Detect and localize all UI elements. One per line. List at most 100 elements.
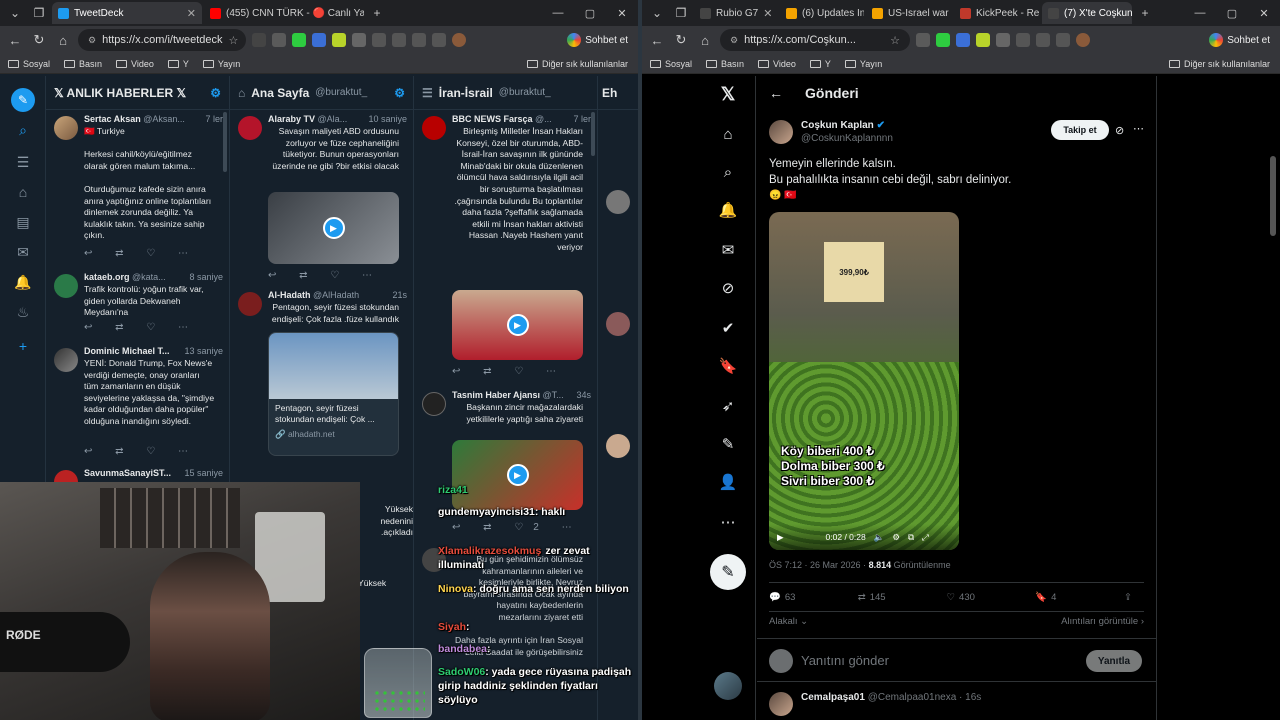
bookmark-folder[interactable]: Sosyal [8,59,50,69]
bookmark-star-icon[interactable]: ☆ [890,34,900,47]
reply-author-avatar[interactable] [769,692,793,716]
bookmarks-icon[interactable]: 🔖 [718,356,738,376]
reload-icon[interactable]: ↻ [30,32,48,48]
play-icon[interactable]: ▶ [777,532,784,543]
chat-button[interactable]: Sohbet et [1209,33,1274,47]
home-icon[interactable]: ⌂ [54,33,72,48]
play-icon[interactable]: ▶ [506,464,529,486]
tab-us-israel[interactable]: US-Israel war✕ [866,2,952,24]
extension-icon[interactable] [916,33,930,47]
tab-kickpeek[interactable]: KickPeek - Re✕ [954,2,1040,24]
tweet-author[interactable]: SavunmaSanayiST... 15 saniye [84,468,223,478]
avatar[interactable] [54,348,78,372]
fullscreen-icon[interactable]: ⤢ [922,532,929,543]
tweet-author[interactable]: Al-Hadath @AlHadath 21s [268,290,407,300]
search-icon[interactable]: ⌕ [718,162,738,182]
bookmark-folder[interactable]: Yayın [844,59,882,69]
tab-updates[interactable]: (6) Updates In✕ [780,2,864,24]
avatar[interactable] [606,312,630,336]
communities-icon[interactable]: ✔ [718,318,738,338]
extension-icon[interactable] [976,33,990,47]
bookmark-folder[interactable]: Video [758,59,796,69]
account-avatar[interactable] [714,672,742,700]
profile-icon[interactable]: 👤 [718,472,738,492]
bookmark-folder[interactable]: Basın [706,59,744,69]
repost-action[interactable]: ⇄ 145 [858,592,947,603]
bookmark-folder[interactable]: Sosyal [650,59,692,69]
bookmark-folder[interactable]: Basın [64,59,102,69]
settings-icon[interactable]: ⚙ [892,532,900,543]
other-bookmarks[interactable]: Diğer sık kullanılanlar [526,59,628,69]
rocket-icon[interactable]: ➶ [718,396,738,416]
home-icon[interactable]: ⌂ [13,182,33,202]
back-arrow-icon[interactable]: ← [769,85,783,101]
extension-icon[interactable] [352,33,366,47]
trending-icon[interactable]: ♨ [13,302,33,322]
tweet[interactable]: Alaraby TV @Ala... 10 saniye Savaşın mali… [230,114,413,281]
tweet[interactable]: kataeb.org @kata... 8 saniye Trafik kontr… [46,272,229,336]
close-window-icon[interactable]: ✕ [606,0,638,26]
site-info-icon[interactable]: ⚙ [730,35,738,46]
avatar[interactable] [54,116,78,140]
reload-icon[interactable]: ↻ [672,32,690,48]
tweet-author[interactable]: BBC NEWS Farsça @... 7 ler [452,114,591,124]
author-avatar[interactable] [769,120,793,144]
avatar[interactable] [606,434,630,458]
author-name[interactable]: Coşkun Kaplan ✔ [801,120,885,131]
site-info-icon[interactable]: ⚙ [88,35,96,46]
link-card[interactable]: Pentagon, seyir füzesi stokundan endişel… [268,332,399,456]
play-icon[interactable]: ▶ [322,217,345,239]
address-bar[interactable]: ⚙ https://x.com/i/tweetdeck ☆ [78,29,246,51]
column-settings-icon[interactable]: ⚙ [210,86,221,100]
other-bookmarks[interactable]: Diğer sık kullanılanlar [1168,59,1270,69]
profile-avatar[interactable] [452,33,466,47]
like-action[interactable]: ♡ 430 [947,592,1036,603]
new-tab-icon[interactable]: + [1134,2,1156,24]
tweet-actions[interactable]: ↩ ⇄ ♡ ⋯ [452,366,566,377]
extension-icon[interactable] [252,33,266,47]
reply-author[interactable]: Cemalpaşa01 @Cemalpaa01nexa · 16s [801,692,981,703]
extension-icon[interactable] [312,33,326,47]
extension-icon[interactable] [956,33,970,47]
tweet-video[interactable]: ▶ [268,192,399,264]
close-window-icon[interactable]: ✕ [1248,0,1280,26]
search-icon[interactable]: ⌕ [13,120,33,140]
volume-icon[interactable]: 🔈 [874,532,885,543]
extension-icon[interactable] [392,33,406,47]
new-tab-icon[interactable]: + [366,2,388,24]
column-header[interactable]: 𝕏 ANLIK HABERLER 𝕏 ⚙ [46,76,229,110]
tweetdeck-logo-icon[interactable]: ✎ [11,88,35,112]
tweet-video[interactable]: ▶ [452,440,583,510]
tweet-actions[interactable]: ↩ ⇄ ♡ ⋯ [84,446,198,457]
bookmark-folder[interactable]: Yayın [202,59,240,69]
extension-icon[interactable] [272,33,286,47]
more-icon[interactable]: ⋯ [718,512,738,532]
tab-tweetdeck[interactable]: TweetDeck ✕ [52,2,202,24]
tweet-actions[interactable]: ↩ ⇄ ♡ ⋯ [84,322,198,333]
grok-icon[interactable]: ⊘ [1115,124,1124,137]
avatar[interactable] [238,292,262,316]
view-quotes-link[interactable]: Alıntıları görüntüle › [1061,616,1144,627]
extension-icon[interactable] [996,33,1010,47]
chat-button[interactable]: Sohbet et [567,33,632,47]
extension-icon[interactable] [1056,33,1070,47]
reply-button[interactable]: Yanıtla [1086,650,1142,672]
tweet-author[interactable]: Sertac Aksan @Aksan... 7 ler [84,114,223,124]
column-header[interactable]: ☰ İran-İsrail @buraktut_ [414,76,597,110]
tweet-author[interactable]: Tasnim Haber Ajansı @T... 34s [452,390,591,400]
share-icon[interactable]: ⇪ [1124,592,1144,603]
more-options-icon[interactable]: ⋯ [1133,122,1144,135]
bookmark-folder[interactable]: Video [116,59,154,69]
extension-icon[interactable] [936,33,950,47]
reply-action[interactable]: 💬 63 [769,592,858,603]
tab-rubio[interactable]: Rubio G7 ✕ [694,2,778,24]
bookmark-action[interactable]: 🔖 4 [1035,592,1124,603]
tweet-author[interactable]: Dominic Michael T... 13 saniye [84,346,223,356]
messages-icon[interactable]: ✉ [13,242,33,262]
tweet[interactable]: Dominic Michael T... 13 saniye YENİ: Dona… [46,346,229,457]
columns-icon[interactable]: ▤ [13,212,33,232]
home-icon[interactable]: ⌂ [718,124,738,144]
extension-icon[interactable] [432,33,446,47]
back-icon[interactable]: ← [6,33,24,48]
tweet-video[interactable]: ▶ [452,290,583,360]
